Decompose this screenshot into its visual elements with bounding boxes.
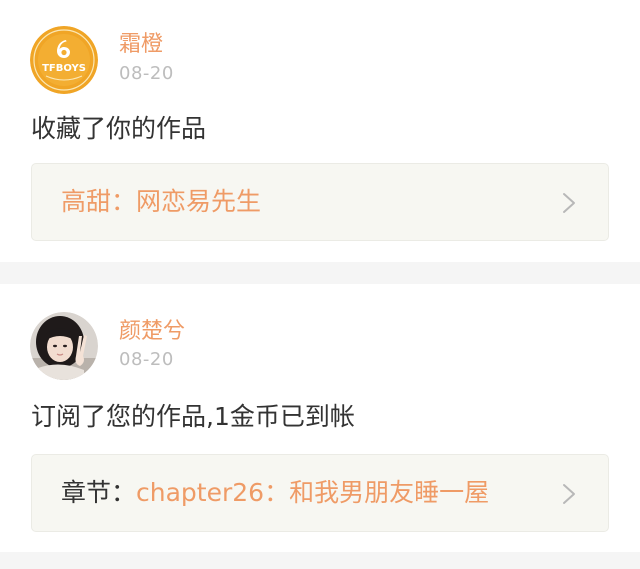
notification-card: 颜楚兮 08-20 订阅了您的作品,1金币已到帐 章节：chapter26：和我… — [0, 284, 640, 552]
work-link-card[interactable]: 高甜：网恋易先生 — [31, 163, 609, 241]
work-link-text: 章节：chapter26：和我男朋友睡一屋 — [61, 478, 489, 508]
work-link-card[interactable]: 章节：chapter26：和我男朋友睡一屋 — [31, 454, 609, 532]
notification-message: 收藏了你的作品 — [31, 114, 207, 143]
avatar[interactable] — [30, 312, 98, 380]
chevron-right-icon — [563, 193, 575, 213]
card-separator — [0, 262, 640, 284]
chapter-title: chapter26：和我男朋友睡一屋 — [136, 478, 490, 507]
chapter-prefix: 章节： — [61, 478, 137, 507]
username[interactable]: 颜楚兮 — [119, 319, 185, 345]
notification-message: 订阅了您的作品,1金币已到帐 — [31, 402, 355, 431]
svg-text:TFBOYS: TFBOYS — [42, 63, 86, 74]
user-photo-icon — [30, 312, 98, 380]
card-separator — [0, 552, 640, 569]
notification-feed: TFBOYS 霜橙 08-20 收藏了你的作品 高甜：网恋易先生 颜楚兮 08-… — [0, 0, 640, 569]
work-link-text: 高甜：网恋易先生 — [61, 187, 261, 217]
timestamp: 08-20 — [119, 63, 174, 84]
username[interactable]: 霜橙 — [119, 32, 163, 58]
chevron-right-icon — [563, 484, 575, 504]
tfboys-logo-icon: TFBOYS — [30, 26, 98, 94]
work-title: 高甜：网恋易先生 — [61, 187, 262, 216]
timestamp: 08-20 — [119, 349, 174, 370]
notification-card: TFBOYS 霜橙 08-20 收藏了你的作品 高甜：网恋易先生 — [0, 0, 640, 262]
avatar[interactable]: TFBOYS — [30, 26, 98, 94]
